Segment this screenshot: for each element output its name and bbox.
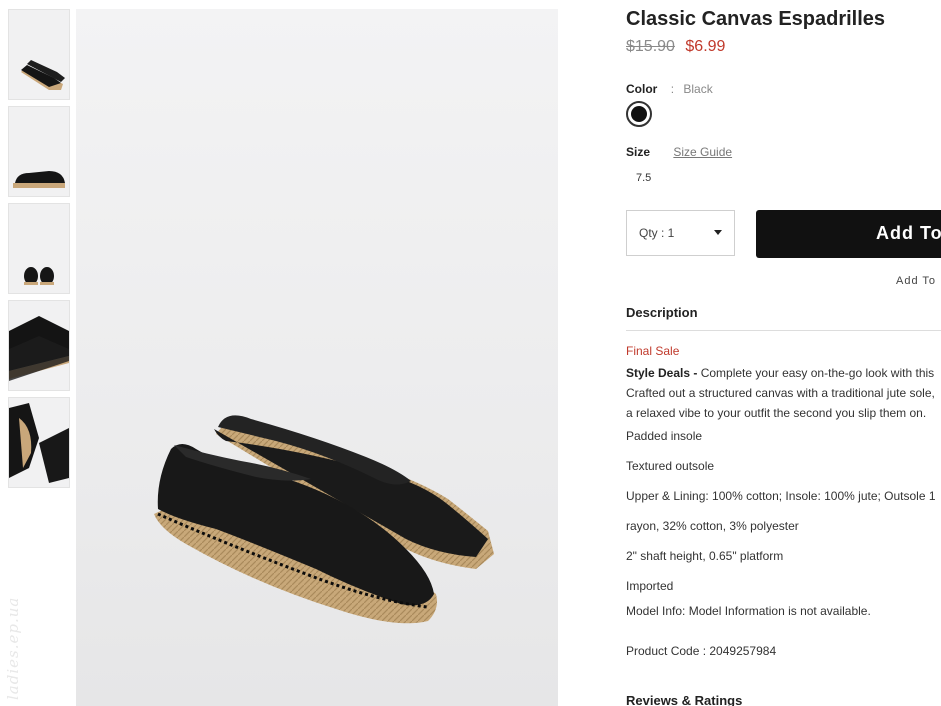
description-line-2: Crafted out a structured canvas with a t… xyxy=(626,386,935,400)
shoe-side-thumbnail-image xyxy=(9,107,69,196)
sale-price: $6.99 xyxy=(685,38,726,55)
description-divider xyxy=(626,330,941,331)
size-option[interactable]: 7.5 xyxy=(636,172,651,184)
description-text: Style Deals - Complete your easy on-the-… xyxy=(626,363,941,423)
thumbnail-1[interactable] xyxy=(8,9,70,100)
shoe-top-thumbnail-image xyxy=(9,398,69,487)
color-row: Color : Black xyxy=(626,82,713,96)
detail-item: Upper & Lining: 100% cotton; Insole: 100… xyxy=(626,489,936,503)
add-to-wishlist-link[interactable]: Add To xyxy=(896,275,936,287)
add-to-bag-button[interactable]: Add To xyxy=(756,210,941,258)
detail-item: rayon, 32% cotton, 3% polyester xyxy=(626,519,799,533)
size-label: Size xyxy=(626,145,651,159)
color-value: Black xyxy=(683,82,713,96)
description-heading: Description xyxy=(626,305,698,320)
detail-item: 2" shaft height, 0.65" platform xyxy=(626,549,784,563)
detail-item: Imported xyxy=(626,579,674,593)
shoe-closeup-thumbnail-image xyxy=(9,301,69,390)
add-to-bag-label: Add To xyxy=(876,223,941,243)
model-info: Model Info: Model Information is not ava… xyxy=(626,604,871,618)
thumbnail-list xyxy=(8,9,70,494)
style-deals-label: Style Deals - xyxy=(626,366,698,380)
price-block: $15.90 $6.99 xyxy=(626,38,725,56)
color-swatch-black[interactable] xyxy=(626,101,652,127)
shoe-front-thumbnail-image xyxy=(9,204,69,293)
chevron-down-icon xyxy=(714,230,722,235)
watermark-text: ladies.ep.ua xyxy=(4,596,22,700)
product-title: Classic Canvas Espadrilles xyxy=(626,8,886,30)
main-product-image[interactable] xyxy=(76,9,558,706)
thumbnail-4[interactable] xyxy=(8,300,70,391)
product-info-panel: Classic Canvas Espadrilles $15.90 $6.99 … xyxy=(626,0,941,706)
thumbnail-5[interactable] xyxy=(8,397,70,488)
thumbnail-3[interactable] xyxy=(8,203,70,294)
size-guide-link[interactable]: Size Guide xyxy=(673,145,732,159)
color-separator: : xyxy=(670,82,675,96)
detail-item: Textured outsole xyxy=(626,459,715,473)
espadrilles-image xyxy=(154,415,494,624)
color-label: Color xyxy=(626,82,658,96)
thumbnail-2[interactable] xyxy=(8,106,70,197)
size-row: Size Size Guide xyxy=(626,145,732,159)
description-line-3: a relaxed vibe to your outfit the second… xyxy=(626,406,927,420)
original-price: $15.90 xyxy=(626,38,675,55)
detail-item: Padded insole xyxy=(626,429,703,443)
description-line-1: Style Deals - Complete your easy on-the-… xyxy=(626,363,941,383)
final-sale-badge: Final Sale xyxy=(626,344,680,358)
reviews-heading[interactable]: Reviews & Ratings xyxy=(626,693,742,706)
description-line-1-text: Complete your easy on-the-go look with t… xyxy=(697,366,935,380)
product-code: Product Code : 2049257984 xyxy=(626,644,777,658)
quantity-select[interactable]: Qty : 1 xyxy=(626,210,735,256)
quantity-value: Qty : 1 xyxy=(639,226,675,240)
shoe-thumbnail-image xyxy=(9,10,69,99)
